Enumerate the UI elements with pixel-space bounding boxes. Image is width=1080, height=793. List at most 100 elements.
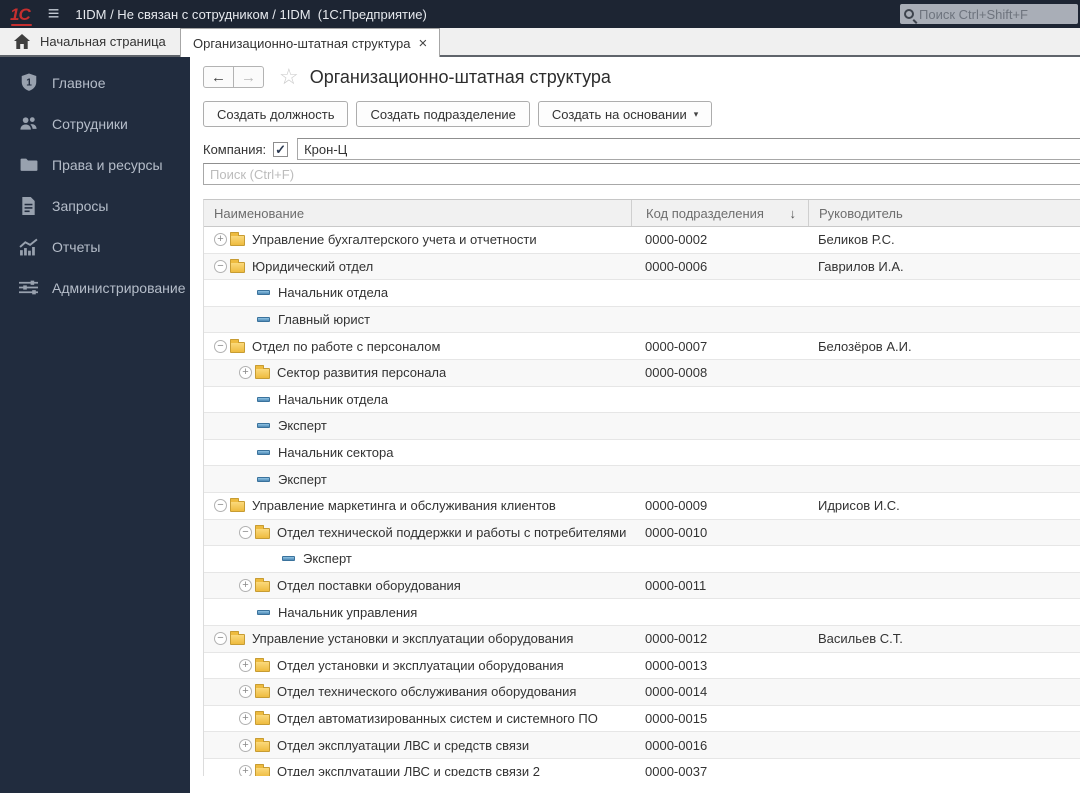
collapse-icon[interactable]: − bbox=[214, 259, 227, 273]
row-name: Начальник сектора bbox=[278, 445, 394, 461]
chevron-down-icon: ▾ bbox=[693, 108, 699, 119]
title-bar: 1С ≡ 1IDM / Не связан с сотрудником / 1I… bbox=[0, 0, 1080, 28]
table-row[interactable]: + Отдел автоматизированных систем и систе… bbox=[204, 706, 1080, 733]
expand-icon[interactable]: + bbox=[214, 233, 227, 247]
row-name: Управление маркетинга и обслуживания кли… bbox=[252, 498, 556, 514]
table-row[interactable]: + Управление бухгалтерского учета и отчет… bbox=[204, 227, 1080, 254]
position-icon bbox=[257, 290, 270, 296]
search-icon bbox=[904, 9, 914, 19]
row-manager: Идрисов И.С. bbox=[818, 498, 900, 514]
table-row[interactable]: Главный юрист bbox=[204, 306, 1080, 334]
row-name: Управление бухгалтерского учета и отчетн… bbox=[252, 232, 537, 248]
table-row[interactable]: − Управление маркетинга и обслуживания кл… bbox=[204, 493, 1080, 520]
svg-text:1: 1 bbox=[26, 77, 32, 88]
row-name: Отдел эксплуатации ЛВС и средств связи 2 bbox=[277, 764, 540, 776]
close-tab-icon[interactable]: × bbox=[419, 36, 428, 51]
table-row[interactable]: + Отдел эксплуатации ЛВС и средств связи … bbox=[204, 759, 1080, 776]
collapse-icon[interactable]: − bbox=[214, 499, 227, 513]
column-header-code[interactable]: Код подразделения ↓ bbox=[631, 200, 808, 226]
global-search-input[interactable] bbox=[914, 6, 1078, 22]
back-button[interactable]: ← bbox=[203, 66, 234, 88]
row-name: Эксперт bbox=[303, 551, 352, 567]
row-name: Эксперт bbox=[278, 418, 327, 434]
position-icon bbox=[257, 317, 270, 323]
column-header-name[interactable]: Наименование bbox=[204, 200, 631, 226]
1c-logo-icon: 1С bbox=[10, 4, 32, 26]
company-field[interactable] bbox=[297, 138, 1080, 160]
position-icon bbox=[257, 396, 270, 402]
tab-home[interactable]: Начальная страница bbox=[0, 28, 184, 55]
row-manager: Васильев С.Т. bbox=[818, 631, 903, 647]
sidebar-item-1[interactable]: Сотрудники bbox=[0, 103, 190, 144]
table-row[interactable]: Начальник отдела bbox=[204, 280, 1080, 307]
sidebar-item-4[interactable]: Отчеты bbox=[0, 226, 190, 267]
table-row[interactable]: + Сектор развития персонала 0000-0008 bbox=[204, 359, 1080, 387]
favorite-star-icon[interactable]: ☆ bbox=[279, 66, 299, 88]
row-name: Отдел технического обслуживания оборудов… bbox=[277, 684, 577, 700]
row-code: 0000-0014 bbox=[645, 684, 708, 700]
sidebar-item-label: Администрирование bbox=[52, 279, 186, 296]
table-row[interactable]: Начальник сектора bbox=[204, 440, 1080, 467]
row-code: 0000-0013 bbox=[645, 657, 708, 673]
expand-icon[interactable]: + bbox=[239, 366, 252, 380]
create-position-button[interactable]: Создать должность bbox=[203, 101, 349, 127]
row-code: 0000-0007 bbox=[645, 338, 708, 354]
row-name: Управление установки и эксплуатации обор… bbox=[252, 631, 574, 647]
expand-icon[interactable]: + bbox=[239, 579, 252, 593]
table-row[interactable]: + Отдел технического обслуживания оборудо… bbox=[204, 679, 1080, 706]
table-row[interactable]: − Отдел технической поддержки и работы с … bbox=[204, 519, 1080, 547]
table-row[interactable]: Эксперт bbox=[204, 413, 1080, 440]
row-code: 0000-0011 bbox=[645, 578, 707, 594]
table-row[interactable]: Начальник отдела bbox=[204, 387, 1080, 414]
row-name: Главный юрист bbox=[278, 312, 371, 328]
tab-org-structure[interactable]: Организационно-штатная структура × bbox=[180, 28, 441, 57]
forward-button[interactable]: → bbox=[233, 66, 264, 88]
row-manager: Беликов Р.С. bbox=[818, 232, 895, 248]
people-icon bbox=[19, 114, 38, 133]
row-manager: Белозёров А.И. bbox=[818, 338, 912, 354]
collapse-icon[interactable]: − bbox=[214, 632, 227, 646]
table-row[interactable]: − Юридический отдел 0000-0006 Гаврилов И.А. bbox=[204, 253, 1080, 281]
create-based-on-button[interactable]: Создать на основании ▾ bbox=[537, 101, 713, 127]
sliders-icon bbox=[19, 278, 38, 297]
table-row[interactable]: + Отдел поставки оборудования 0000-0011 bbox=[204, 572, 1080, 600]
expand-icon[interactable]: + bbox=[239, 658, 252, 672]
expand-icon[interactable]: + bbox=[239, 765, 252, 776]
expand-icon[interactable]: + bbox=[239, 738, 252, 752]
row-code: 0000-0008 bbox=[645, 365, 708, 381]
create-department-button[interactable]: Создать подразделение bbox=[356, 101, 530, 127]
list-search-row bbox=[203, 163, 1080, 187]
row-code: 0000-0037 bbox=[645, 764, 708, 776]
column-header-manager[interactable]: Руководитель bbox=[808, 200, 1080, 226]
company-checkbox[interactable]: ✓ bbox=[273, 141, 289, 157]
sort-descending-icon: ↓ bbox=[789, 205, 797, 221]
row-name: Эксперт bbox=[278, 471, 327, 487]
sidebar-item-2[interactable]: Права и ресурсы bbox=[0, 144, 190, 185]
tab-home-label: Начальная страница bbox=[40, 34, 166, 49]
table-row[interactable]: Эксперт bbox=[204, 466, 1080, 493]
company-filter-row: Компания: ✓ bbox=[203, 138, 1080, 160]
application-window: 1С ≡ 1IDM / Не связан с сотрудником / 1I… bbox=[0, 0, 1080, 793]
list-search-input[interactable] bbox=[203, 163, 1080, 185]
collapse-icon[interactable]: − bbox=[214, 339, 227, 353]
tab-active-label: Организационно-штатная структура bbox=[193, 35, 411, 51]
expand-icon[interactable]: + bbox=[239, 711, 252, 725]
table-row[interactable]: − Управление установки и эксплуатации обо… bbox=[204, 625, 1080, 653]
row-name: Отдел технической поддержки и работы с п… bbox=[277, 524, 627, 540]
table-row[interactable]: + Отдел эксплуатации ЛВС и средств связи 0… bbox=[204, 732, 1080, 759]
sidebar-item-3[interactable]: Запросы bbox=[0, 185, 190, 226]
table-row[interactable]: + Отдел установки и эксплуатации оборудов… bbox=[204, 653, 1080, 680]
table-row[interactable]: Начальник управления bbox=[204, 599, 1080, 626]
position-icon bbox=[257, 609, 270, 615]
position-icon bbox=[257, 450, 270, 456]
row-name: Отдел по работе с персоналом bbox=[252, 338, 441, 354]
expand-icon[interactable]: + bbox=[239, 685, 252, 699]
sidebar-item-5[interactable]: Администрирование bbox=[0, 267, 190, 308]
collapse-icon[interactable]: − bbox=[239, 525, 252, 539]
main-menu-icon[interactable]: ≡ bbox=[48, 4, 60, 24]
sidebar-item-0[interactable]: 1 Главное bbox=[0, 62, 190, 103]
department-folder-icon bbox=[255, 737, 270, 752]
table-row[interactable]: − Отдел по работе с персоналом 0000-0007 Бе… bbox=[204, 333, 1080, 360]
table-row[interactable]: Эксперт bbox=[204, 546, 1080, 573]
global-search[interactable] bbox=[900, 4, 1078, 24]
